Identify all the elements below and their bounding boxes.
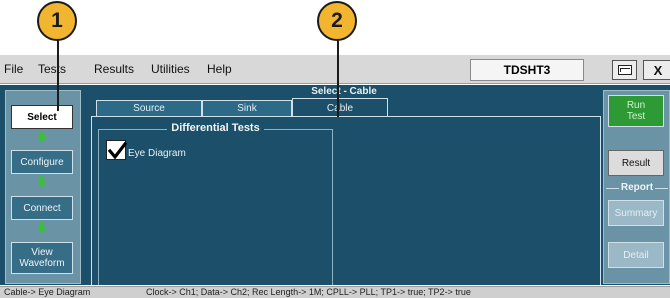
run-label-1: Run [626,100,646,111]
callout-leader-2 [337,38,339,117]
group-title-text: Differential Tests [167,122,264,134]
status-bar: Cable-> Eye Diagram Clock-> Ch1; Data-> … [0,286,670,298]
flow-arrow-icon [37,136,47,143]
menu-utilities[interactable]: Utilities [151,62,190,76]
tab-source[interactable]: Source [96,100,202,116]
tab-sink[interactable]: Sink [202,100,292,116]
report-label-text: Report [618,182,656,193]
status-right: Clock-> Ch1; Data-> Ch2; Rec Length-> 1M… [146,287,471,297]
menu-tests[interactable]: Tests [38,62,66,76]
eye-diagram-checkbox[interactable] [106,140,127,160]
checkmark-icon [107,141,127,160]
connect-button[interactable]: Connect [11,196,73,220]
view-waveform-label-1: View [31,247,53,258]
monitor-icon[interactable] [612,60,637,80]
close-button[interactable]: X [643,60,670,80]
result-button[interactable]: Result [608,150,664,176]
configure-button[interactable]: Configure [11,150,73,174]
group-title: Differential Tests [98,122,333,134]
flow-arrow-icon [37,181,47,188]
screenshot: File Tests Results Utilities Help TDSHT3… [0,0,670,298]
eye-diagram-label: Eye Diagram [128,148,186,159]
flow-arrow-icon [37,227,47,234]
menu-file[interactable]: File [4,62,23,76]
menu-results[interactable]: Results [94,62,134,76]
detail-button[interactable]: Detail [608,242,664,268]
view-waveform-button[interactable]: View Waveform [11,242,73,274]
callout-2: 2 [317,1,357,41]
app-name-label: TDSHT3 [470,59,584,81]
menu-help[interactable]: Help [207,62,232,76]
callout-1: 1 [37,1,77,41]
report-label: Report [606,182,668,193]
summary-button[interactable]: Summary [608,200,664,226]
run-test-button[interactable]: Run Test [608,95,664,127]
status-left: Cable-> Eye Diagram [4,287,91,297]
callout-leader-1 [57,38,59,111]
tab-cable[interactable]: Cable [292,98,388,117]
select-button[interactable]: Select [11,105,73,129]
run-label-2: Test [626,111,646,122]
panel-title: Select - Cable [311,86,377,97]
view-waveform-label-2: Waveform [19,258,65,269]
